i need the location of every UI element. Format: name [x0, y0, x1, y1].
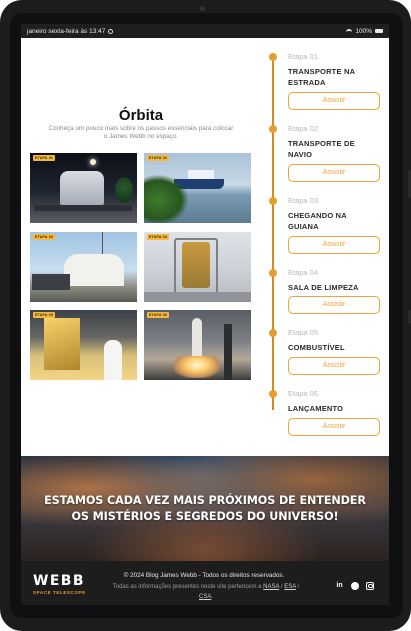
status-datetime: janeiro sexta-feira às 13:47	[27, 27, 106, 35]
photo-tag: ETAPA 04	[147, 234, 170, 240]
timeline-step-label: Etapa 05	[288, 328, 319, 337]
truck-bed-shape	[34, 205, 132, 211]
watch-button-step-03[interactable]: Assistir	[288, 236, 380, 254]
floor-shape	[144, 292, 251, 302]
battery-percent: 100%	[355, 27, 372, 35]
timeline-dot	[269, 269, 277, 277]
timeline-step-name: SALA DE LIMPEZA	[288, 283, 359, 292]
section-subtitle: Conheça um pouco mais sobre os passos es…	[48, 125, 234, 140]
photo-tag: ETAPA 06	[147, 312, 170, 318]
battery-icon	[375, 29, 383, 33]
cargo-container-shape	[60, 171, 104, 205]
watch-button-step-01[interactable]: Assistir	[288, 92, 380, 110]
photo-step-01[interactable]: ETAPA 01	[30, 153, 137, 223]
tablet-frame: janeiro sexta-feira às 13:47 100% Órbita…	[0, 0, 411, 631]
watch-button-step-04[interactable]: Assistir	[288, 296, 380, 314]
timeline-step-name: TRANSPORTE DE NAVIO	[288, 139, 355, 159]
timeline-step-name: LANÇAMENTO	[288, 404, 344, 413]
timeline-dot	[269, 390, 277, 398]
timeline-line	[272, 60, 274, 410]
photo-tag: ETAPA 03	[33, 234, 56, 240]
attribution-note: Todas as informações presentes neste sit…	[101, 582, 311, 602]
timeline-step-label: Etapa 04	[288, 268, 319, 277]
timeline-dot	[269, 197, 277, 205]
timeline-step-name: CHEGANDO NA GUIANA	[288, 211, 347, 231]
wifi-icon	[346, 28, 353, 34]
github-icon[interactable]	[351, 581, 359, 590]
timeline-step-name: COMBUSTÍVEL	[288, 343, 345, 352]
watch-button-step-02[interactable]: Assistir	[288, 164, 380, 182]
photo-step-03[interactable]: ETAPA 03	[30, 232, 137, 302]
banner-text: ESTAMOS CADA VEZ MAIS PRÓXIMOS DE ENTEND…	[44, 494, 366, 523]
webb-logo[interactable]: WEBB	[33, 573, 85, 589]
timeline-dot	[269, 53, 277, 61]
timeline-step-label: Etapa 01	[288, 52, 319, 61]
settings-status-icon	[108, 28, 114, 34]
photo-step-04[interactable]: ETAPA 04	[144, 232, 251, 302]
hangar-shape	[64, 254, 124, 286]
site-footer: WEBB SPACE TELESCOPE © 2024 Blog James W…	[21, 561, 389, 605]
timeline-step-label: Etapa 02	[288, 124, 319, 133]
photo-step-05[interactable]: ETAPA 05	[30, 310, 137, 380]
photo-tag: ETAPA 05	[33, 312, 56, 318]
light-shape	[90, 159, 96, 165]
launch-flame-shape	[174, 356, 220, 378]
tree-shape	[115, 177, 133, 203]
linkedin-icon[interactable]: in	[335, 581, 344, 590]
watch-button-step-06[interactable]: Assistir	[288, 418, 380, 436]
timeline-dot	[269, 329, 277, 337]
gold-mirror-shape	[44, 318, 80, 370]
orbita-section: Órbita Conheça um pouco mais sobre os pa…	[21, 38, 389, 456]
telescope-shape	[182, 242, 210, 288]
link-separator: /	[297, 584, 300, 590]
nasa-link[interactable]: NASA	[263, 584, 279, 590]
link-separator: /	[280, 584, 283, 590]
photo-tag: ETAPA 01	[33, 155, 56, 161]
timeline-step-label: Etapa 06	[288, 389, 319, 398]
webb-logo-subtitle: SPACE TELESCOPE	[33, 590, 86, 595]
instagram-icon[interactable]	[366, 581, 374, 590]
watch-button-step-05[interactable]: Assistir	[288, 357, 380, 375]
universe-banner: ESTAMOS CADA VEZ MAIS PRÓXIMOS DE ENTEND…	[21, 456, 389, 561]
social-links: in	[335, 581, 374, 590]
section-title: Órbita	[118, 107, 164, 124]
rocket-shape	[192, 318, 202, 360]
front-camera	[200, 6, 205, 11]
csa-link[interactable]: CSA	[199, 594, 211, 600]
attribution-text: Todas as informações presentes neste sit…	[112, 584, 262, 590]
screen: janeiro sexta-feira às 13:47 100% Órbita…	[21, 24, 389, 605]
timeline-dot	[269, 125, 277, 133]
launch-tower-shape	[224, 324, 232, 380]
timeline-step-label: Etapa 03	[288, 196, 319, 205]
status-bar: janeiro sexta-feira às 13:47 100%	[21, 24, 389, 38]
copyright-text: © 2024 Blog James Webb - Todos os direit…	[123, 572, 285, 579]
sentence-end: .	[211, 594, 213, 600]
technician-shape	[104, 340, 122, 380]
timeline-step-name: TRANSPORTE NA ESTRADA	[288, 67, 355, 87]
palm-shape	[144, 175, 188, 223]
photo-step-06[interactable]: ETAPA 06	[144, 310, 251, 380]
photo-step-02[interactable]: ETAPA 02	[144, 153, 251, 223]
esa-link[interactable]: ESA	[284, 584, 296, 590]
truck-shape	[32, 274, 70, 290]
photo-tag: ETAPA 02	[147, 155, 170, 161]
